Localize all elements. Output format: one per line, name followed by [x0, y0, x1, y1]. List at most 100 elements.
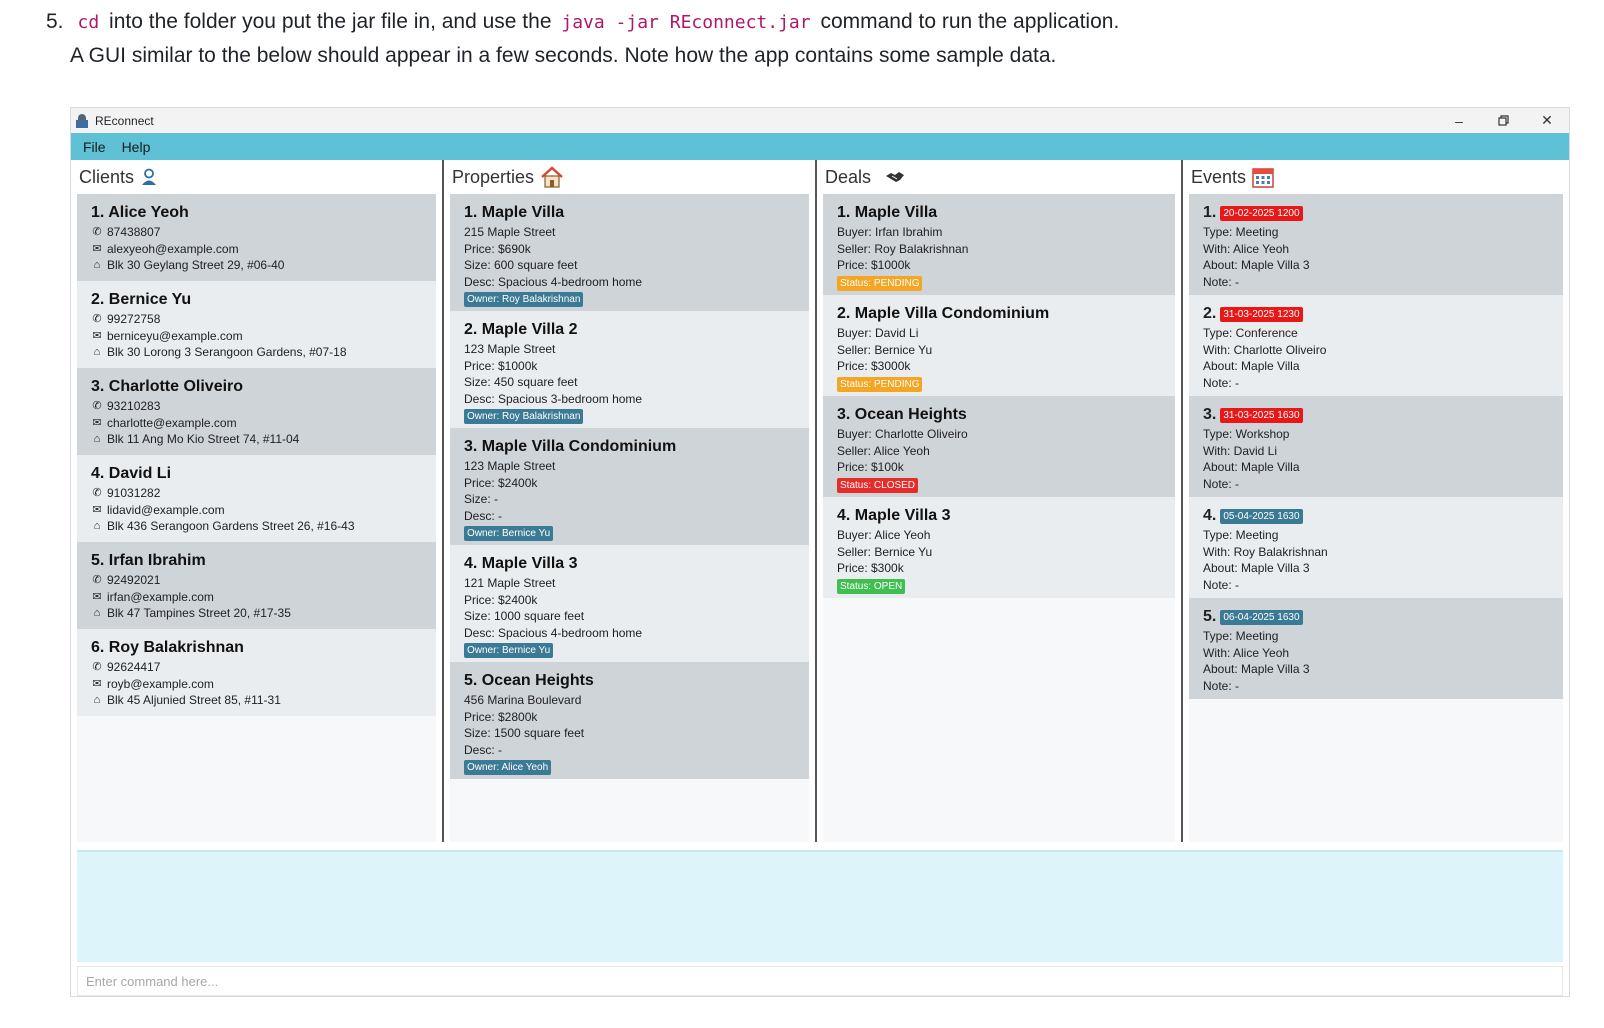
command-input[interactable]	[78, 967, 1562, 995]
house-icon	[540, 166, 564, 188]
minimize-icon[interactable]: –	[1437, 108, 1481, 133]
event-note: Note: -	[1203, 476, 1240, 491]
property-desc: Desc: Spacious 4-bedroom home	[464, 625, 643, 640]
clients-title: Clients	[79, 166, 135, 187]
menu-file[interactable]: File	[83, 139, 106, 155]
deal-buyer: Buyer: Alice Yeoh	[837, 528, 931, 542]
client-address: Blk 11 Ang Mo Kio Street 74, #11-04	[107, 432, 300, 446]
client-name: 2. Bernice Yu	[91, 291, 192, 308]
status-badge: Status: OPEN	[837, 578, 906, 594]
properties-panel: Properties 1. Maple Villa 215 Maple Stre…	[444, 160, 817, 842]
deal-card[interactable]: 2. Maple Villa Condominium Buyer: David …	[823, 295, 1175, 396]
property-size: Size: 1000 square feet	[464, 609, 585, 623]
deals-list[interactable]: 1. Maple Villa Buyer: Irfan Ibrahim Sell…	[823, 194, 1175, 842]
restore-icon[interactable]	[1481, 108, 1525, 133]
deal-price: Price: $1000k	[837, 258, 911, 272]
deal-name: 2. Maple Villa Condominium	[837, 305, 1050, 322]
client-email: berniceyu@example.com	[107, 328, 243, 343]
client-card[interactable]: 6. Roy Balakrishnan ✆ 92624417 ✉ royb@exam…	[77, 629, 436, 716]
envelope-icon: ✉	[92, 416, 102, 429]
event-datetime-badge: 31-03-2025 1230	[1220, 306, 1303, 322]
deals-header: Deals	[817, 160, 1181, 194]
event-note: Note: -	[1203, 577, 1240, 592]
owner-tag: Owner: Roy Balakrishnan	[464, 292, 584, 307]
event-card[interactable]: 5. 06-04-2025 1630 Type: Meeting With: Al…	[1189, 598, 1563, 699]
event-number: 2.	[1203, 305, 1217, 322]
property-card[interactable]: 5. Ocean Heights 456 Marina Boulevard Pr…	[450, 662, 809, 779]
event-card[interactable]: 1. 20-02-2025 1200 Type: Meeting With: Al…	[1189, 194, 1563, 295]
property-price: Price: $1000k	[464, 358, 538, 373]
client-card[interactable]: 5. Irfan Ibrahim ✆ 92492021 ✉ irfan@exampl…	[77, 542, 436, 629]
client-card[interactable]: 3. Charlotte Oliveiro ✆ 93210283 ✉ charlot…	[77, 368, 436, 455]
close-icon[interactable]: ✕	[1525, 108, 1569, 133]
deal-card[interactable]: 3. Ocean Heights Buyer: Charlotte Olivei…	[823, 396, 1175, 497]
property-name: 1. Maple Villa	[464, 204, 565, 221]
client-card[interactable]: 1. Alice Yeoh ✆ 87438807 ✉ alexyeoh@exampl…	[77, 194, 436, 281]
property-desc: Desc: -	[464, 742, 503, 757]
deal-buyer: Buyer: Irfan Ibrahim	[837, 225, 943, 239]
client-card[interactable]: 4. David Li ✆ 91031282 ✉ lidavid@example.c…	[77, 455, 436, 542]
deal-card[interactable]: 1. Maple Villa Buyer: Irfan Ibrahim Sell…	[823, 194, 1175, 295]
property-name: 2. Maple Villa 2	[464, 321, 578, 338]
property-size: Size: 600 square feet	[464, 258, 578, 272]
status-badge: Status: CLOSED	[837, 477, 919, 493]
phone-icon: ✆	[92, 487, 102, 499]
property-card[interactable]: 2. Maple Villa 2 123 Maple Street Price:…	[450, 311, 809, 428]
property-card[interactable]: 4. Maple Villa 3 121 Maple Street Price:…	[450, 545, 809, 662]
event-card[interactable]: 4. 05-04-2025 1630 Type: Meeting With: Ro…	[1189, 497, 1563, 598]
deal-card[interactable]: 4. Maple Villa 3 Buyer: Alice Yeoh Selle…	[823, 497, 1175, 598]
envelope-icon: ✉	[92, 329, 102, 342]
phone-icon: ✆	[92, 400, 102, 412]
client-card[interactable]: 2. Bernice Yu ✆ 99272758 ✉ berniceyu@examp…	[77, 281, 436, 368]
event-type: Type: Meeting	[1203, 225, 1279, 239]
phone-icon: ✆	[92, 574, 102, 586]
properties-list[interactable]: 1. Maple Villa 215 Maple Street Price: $…	[450, 194, 809, 842]
client-address: Blk 30 Lorong 3 Serangoon Gardens, #07-1…	[107, 345, 347, 359]
event-number: 5.	[1203, 608, 1217, 625]
property-address: 123 Maple Street	[464, 342, 556, 356]
home-icon: ⌂	[93, 346, 101, 358]
event-datetime-badge: 06-04-2025 1630	[1220, 609, 1303, 625]
deal-name: 3. Ocean Heights	[837, 406, 967, 423]
clients-list[interactable]: 1. Alice Yeoh ✆ 87438807 ✉ alexyeoh@exampl…	[77, 194, 436, 842]
client-name: 5. Irfan Ibrahim	[91, 552, 206, 569]
client-name: 6. Roy Balakrishnan	[91, 639, 244, 656]
client-address: Blk 47 Tampines Street 20, #17-35	[107, 606, 291, 620]
property-price: Price: $690k	[464, 241, 531, 256]
property-name: 5. Ocean Heights	[464, 672, 594, 689]
events-header: Events	[1183, 160, 1569, 194]
status-badge: Status: PENDING	[837, 376, 923, 392]
property-address: 215 Maple Street	[464, 225, 556, 239]
event-card[interactable]: 2. 31-03-2025 1230 Type: Conference With:…	[1189, 295, 1563, 396]
event-datetime-badge: 20-02-2025 1200	[1220, 205, 1303, 221]
property-card[interactable]: 1. Maple Villa 215 Maple Street Price: $…	[450, 194, 809, 311]
client-phone: 87438807	[107, 225, 161, 239]
menu-help[interactable]: Help	[122, 139, 151, 155]
property-address: 123 Maple Street	[464, 459, 556, 473]
owner-tag: Owner: Bernice Yu	[464, 643, 554, 658]
property-size: Size: -	[464, 492, 499, 506]
instruction-text-a: into the folder you put the jar file in,…	[109, 10, 552, 33]
properties-header: Properties	[444, 160, 815, 194]
events-list[interactable]: 1. 20-02-2025 1200 Type: Meeting With: Al…	[1189, 194, 1563, 842]
property-address: 121 Maple Street	[464, 576, 556, 590]
property-card[interactable]: 3. Maple Villa Condominium 123 Maple Str…	[450, 428, 809, 545]
client-email: charlotte@example.com	[107, 415, 237, 430]
envelope-icon: ✉	[92, 590, 102, 603]
deal-seller: Seller: Alice Yeoh	[837, 443, 930, 458]
command-box[interactable]	[77, 966, 1563, 996]
event-note: Note: -	[1203, 678, 1240, 693]
calendar-icon	[1252, 166, 1274, 188]
client-phone: 93210283	[107, 399, 161, 413]
deals-title: Deals	[825, 166, 872, 187]
event-datetime-badge: 05-04-2025 1630	[1220, 508, 1303, 524]
property-name: 3. Maple Villa Condominium	[464, 438, 677, 455]
event-with: With: Charlotte Oliveiro	[1203, 342, 1327, 357]
instruction-note: A GUI similar to the below should appear…	[70, 44, 1057, 67]
event-card[interactable]: 3. 31-03-2025 1630 Type: Workshop With: D…	[1189, 396, 1563, 497]
events-panel: Events 1. 20-02-2025 1200 Type: Meeting W…	[1183, 160, 1569, 842]
handshake-icon	[885, 170, 905, 184]
deal-seller: Seller: Bernice Yu	[837, 544, 933, 559]
event-about: About: Maple Villa	[1203, 359, 1300, 373]
client-email: alexyeoh@example.com	[107, 241, 239, 256]
